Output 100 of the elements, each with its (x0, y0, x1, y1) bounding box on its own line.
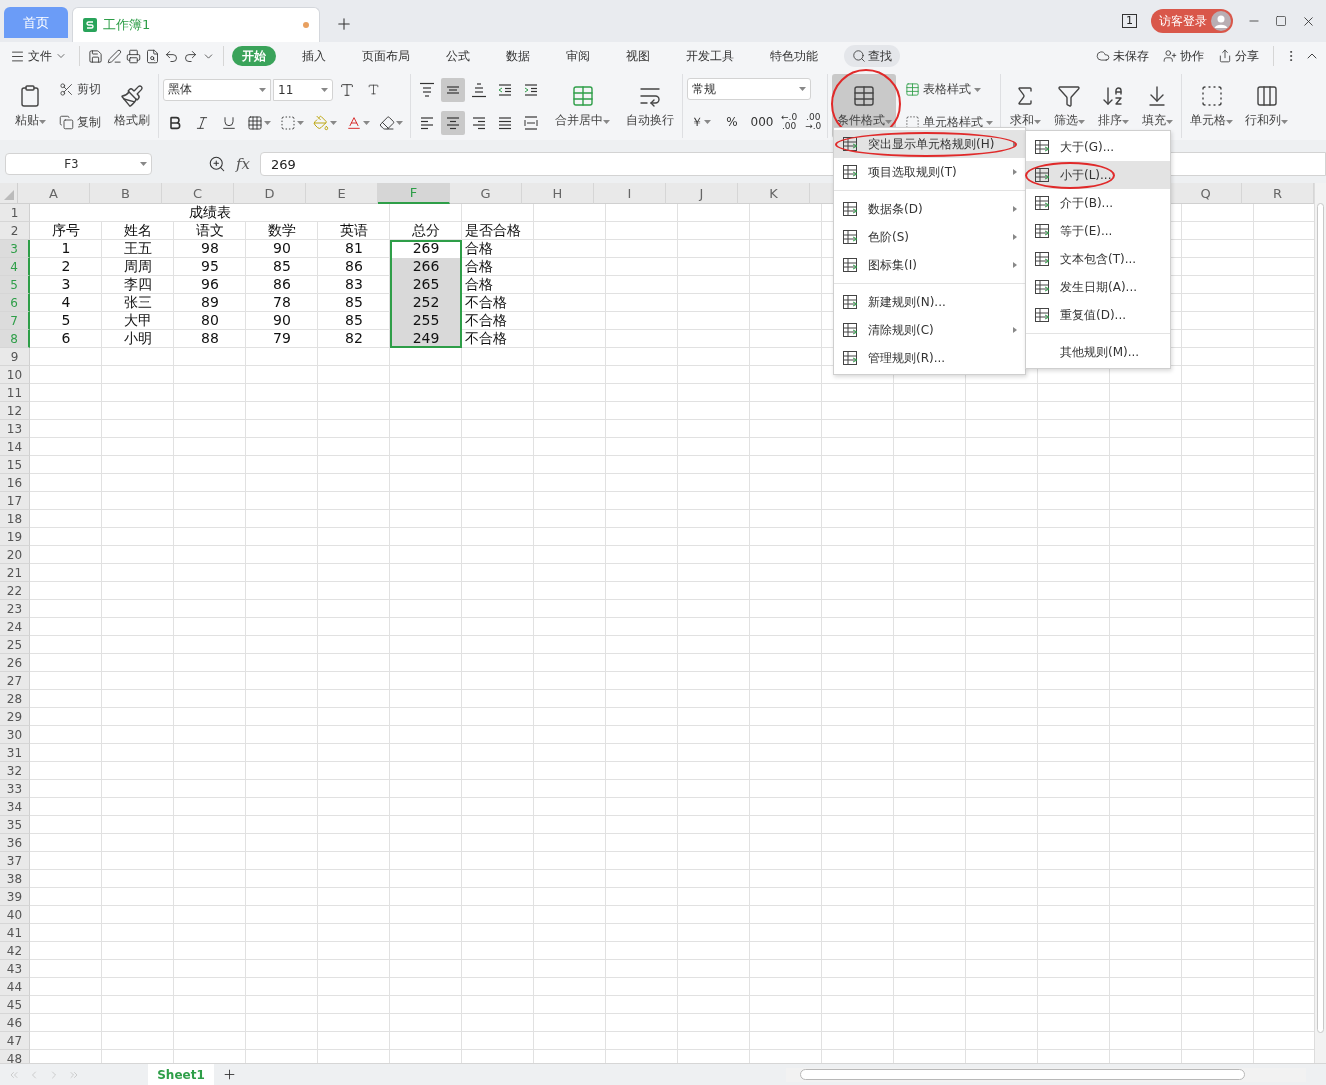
column-header[interactable]: G (450, 183, 522, 204)
ribbon-tab[interactable]: 插入 (292, 46, 336, 66)
row-header[interactable]: 30 (0, 726, 30, 744)
row-header[interactable]: 38 (0, 870, 30, 888)
copy-button[interactable]: 复制 (56, 110, 104, 135)
row-header[interactable]: 29 (0, 708, 30, 726)
format-painter-button[interactable]: 格式刷 (110, 74, 154, 138)
row-header[interactable]: 20 (0, 546, 30, 564)
sheet-tab[interactable]: Sheet1 (148, 1064, 214, 1085)
row-header[interactable]: 41 (0, 924, 30, 942)
row-header[interactable]: 17 (0, 492, 30, 510)
wrap-text-button[interactable]: 自动换行 (622, 74, 678, 138)
column-header[interactable]: I (594, 183, 666, 204)
toolbar-action[interactable]: 未保存 (1092, 45, 1153, 67)
function-label[interactable]: fx (236, 155, 250, 173)
ribbon-tab[interactable]: 数据 (496, 46, 540, 66)
row-header[interactable]: 25 (0, 636, 30, 654)
row-header[interactable]: 37 (0, 852, 30, 870)
row-header[interactable]: 15 (0, 456, 30, 474)
column-header[interactable]: E (306, 183, 378, 204)
number-format-button[interactable]: % (719, 110, 745, 134)
row-header[interactable]: 45 (0, 996, 30, 1014)
row-header[interactable]: 9 (0, 348, 30, 366)
number-format-field[interactable]: 常规 (687, 78, 811, 100)
menu-item[interactable]: 等于(E)... (1026, 217, 1170, 245)
row-header[interactable]: 48 (0, 1050, 30, 1063)
row-header[interactable]: 12 (0, 402, 30, 420)
row-header[interactable]: 35 (0, 816, 30, 834)
tool-button[interactable]: 行和列 (1241, 74, 1293, 138)
row-header[interactable]: 44 (0, 978, 30, 996)
row-header[interactable]: 33 (0, 780, 30, 798)
menu-item[interactable]: 文本包含(T)... (1026, 245, 1170, 273)
column-header[interactable]: J (666, 183, 738, 204)
column-header[interactable]: R (1242, 183, 1314, 204)
menu-item[interactable]: 突出显示单元格规则(H) (834, 130, 1025, 158)
menu-item[interactable]: 管理规则(R)... (834, 344, 1025, 372)
row-header[interactable]: 10 (0, 366, 30, 384)
ribbon-tab[interactable]: 公式 (436, 46, 480, 66)
table-style-button[interactable]: 表格样式 (902, 77, 997, 102)
menu-item[interactable]: 发生日期(A)... (1026, 273, 1170, 301)
row-header[interactable]: 47 (0, 1032, 30, 1050)
row-header[interactable]: 34 (0, 798, 30, 816)
row-header[interactable]: 18 (0, 510, 30, 528)
row-header[interactable]: 11 (0, 384, 30, 402)
row-header[interactable]: 26 (0, 654, 30, 672)
row-header[interactable]: 1 (0, 204, 30, 222)
row-header[interactable]: 42 (0, 942, 30, 960)
row-header[interactable]: 24 (0, 618, 30, 636)
row-header[interactable]: 31 (0, 744, 30, 762)
row-header[interactable]: 14 (0, 438, 30, 456)
column-header[interactable]: D (234, 183, 306, 204)
toolbar-action[interactable]: 协作 (1159, 45, 1208, 67)
column-header[interactable]: A (18, 183, 90, 204)
row-header[interactable]: 22 (0, 582, 30, 600)
menu-item[interactable]: 清除规则(C) (834, 316, 1025, 344)
row-header[interactable]: 28 (0, 690, 30, 708)
row-header[interactable]: 39 (0, 888, 30, 906)
menu-item[interactable]: 图标集(I) (834, 251, 1025, 279)
ribbon-tab[interactable]: 页面布局 (352, 46, 420, 66)
menu-item[interactable]: 小于(L)... (1026, 161, 1170, 189)
menu-item[interactable]: 新建规则(N)... (834, 288, 1025, 316)
ribbon-tab[interactable]: 审阅 (556, 46, 600, 66)
row-header[interactable]: 23 (0, 600, 30, 618)
ribbon-tab[interactable]: 特色功能 (760, 46, 828, 66)
number-format-button[interactable]: 000 (749, 110, 775, 134)
tool-button[interactable]: 单元格 (1186, 74, 1238, 138)
row-header[interactable]: 43 (0, 960, 30, 978)
menu-item[interactable]: 介于(B)... (1026, 189, 1170, 217)
row-header[interactable]: 21 (0, 564, 30, 582)
column-header[interactable]: H (522, 183, 594, 204)
name-box[interactable]: F3 (5, 153, 152, 175)
row-header[interactable]: 46 (0, 1014, 30, 1032)
font-size-field[interactable]: 11 (273, 78, 333, 101)
font-name-field[interactable]: 黑体 (163, 78, 271, 101)
page-counter[interactable]: 1 (1122, 14, 1137, 28)
menu-item[interactable]: 其他规则(M)... (1026, 338, 1170, 366)
cut-button[interactable]: 剪切 (56, 77, 104, 102)
decimal-button[interactable]: ←.0 .00 (779, 113, 800, 131)
column-header[interactable]: C (162, 183, 234, 204)
merge-button[interactable]: 合并居中 (551, 74, 614, 138)
menu-item[interactable]: 色阶(S) (834, 223, 1025, 251)
row-header[interactable]: 16 (0, 474, 30, 492)
paste-button[interactable]: 粘贴 (10, 74, 50, 138)
row-header[interactable]: 13 (0, 420, 30, 438)
row-header[interactable]: 27 (0, 672, 30, 690)
row-header[interactable]: 36 (0, 834, 30, 852)
column-header[interactable]: K (738, 183, 810, 204)
row-header[interactable]: 2 (0, 222, 30, 240)
menu-item[interactable]: 数据条(D) (834, 195, 1025, 223)
ribbon-tab[interactable]: 视图 (616, 46, 660, 66)
row-header[interactable]: 32 (0, 762, 30, 780)
file-menu[interactable]: 文件 (6, 45, 71, 67)
document-tab[interactable]: 工作簿1 (72, 7, 320, 42)
row-header[interactable]: 19 (0, 528, 30, 546)
column-header[interactable]: Q (1170, 183, 1242, 204)
search-button[interactable]: 查找 (844, 45, 900, 67)
column-header[interactable]: B (90, 183, 162, 204)
ribbon-tab[interactable]: 开发工具 (676, 46, 744, 66)
login-button[interactable]: 访客登录 (1151, 9, 1233, 33)
number-format-button[interactable]: ￥ (687, 110, 715, 134)
